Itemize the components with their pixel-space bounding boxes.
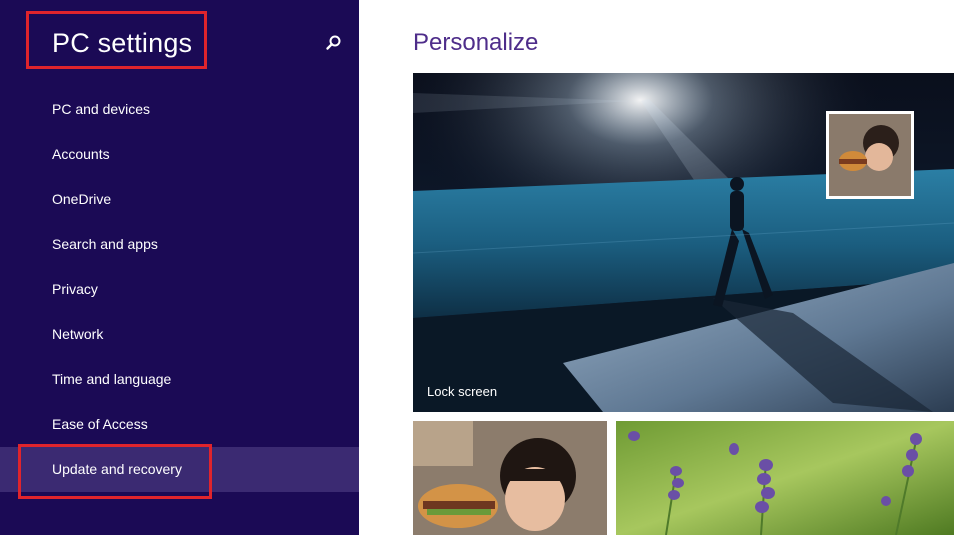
sidebar-item-time-and-language[interactable]: Time and language <box>0 357 359 402</box>
page-title: Personalize <box>413 29 539 56</box>
sidebar-item-ease-of-access[interactable]: Ease of Access <box>0 402 359 447</box>
lock-screen-label: Lock screen <box>427 384 498 399</box>
title-highlight-box <box>26 11 207 69</box>
sidebar-item-pc-and-devices[interactable]: PC and devices <box>0 87 359 132</box>
lock-screen-thumbnail[interactable] <box>616 421 954 535</box>
sidebar-item-label: PC and devices <box>52 101 151 117</box>
sidebar-item-privacy[interactable]: Privacy <box>0 267 359 312</box>
sidebar-item-search-and-apps[interactable]: Search and apps <box>0 222 359 267</box>
sidebar-item-label: Accounts <box>52 146 110 162</box>
sidebar-item-label: Time and language <box>52 371 172 387</box>
search-icon <box>322 32 344 54</box>
settings-sidebar: PC settings PC and devices Accounts OneD… <box>0 0 359 535</box>
lock-screen-tile[interactable]: Lock screen <box>413 73 954 412</box>
lavender-image <box>616 421 954 535</box>
lock-screen-thumbnail[interactable] <box>413 421 607 535</box>
sidebar-item-label: Search and apps <box>52 236 158 252</box>
search-button[interactable] <box>322 32 344 54</box>
sidebar-item-label: Network <box>52 326 104 342</box>
sidebar-item-label: Privacy <box>52 281 98 297</box>
sidebar-item-network[interactable]: Network <box>0 312 359 357</box>
item-highlight-box <box>18 444 212 499</box>
child-photo-image <box>413 421 607 535</box>
sidebar-item-label: OneDrive <box>52 191 112 207</box>
sidebar-item-onedrive[interactable]: OneDrive <box>0 177 359 222</box>
concert-image <box>413 73 954 412</box>
sidebar-item-accounts[interactable]: Accounts <box>0 132 359 177</box>
sidebar-item-label: Ease of Access <box>52 416 148 432</box>
